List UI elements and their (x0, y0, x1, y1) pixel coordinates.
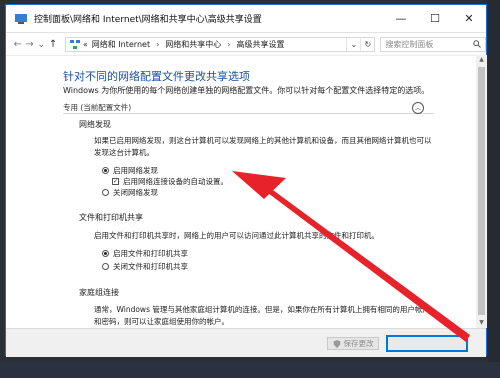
breadcrumb-separator[interactable]: › (227, 40, 230, 49)
option-label: 关闭文件和打印机共享 (113, 262, 188, 271)
settings-content: 针对不同的网络配置文件更改共享选项 Windows 为你所使用的每个网络创建单独… (6, 55, 476, 328)
search-input[interactable]: 搜索控制面板 (380, 36, 487, 52)
recent-dropdown-icon[interactable]: ⌄ (35, 39, 47, 50)
desktop-background (488, 0, 500, 378)
breadcrumb-separator[interactable]: › (156, 40, 159, 49)
footer-bar: 保存更改 (6, 328, 486, 357)
scroll-up-icon[interactable]: ▲ (476, 55, 487, 65)
homegroup-description: 通常，Windows 管理与其他家庭组计算机的连接。但是，如果你在所有计算机上拥… (94, 305, 430, 326)
network-discovery-description: 如果已启用网络发现，则这台计算机可以发现网络上的其他计算机和设备，而且其他网络计… (94, 136, 432, 157)
up-icon[interactable]: ↑ (47, 39, 59, 50)
vertical-scrollbar[interactable]: ▲ ▼ (476, 55, 487, 328)
close-button[interactable]: ✕ (452, 5, 486, 32)
save-label: 保存更改 (343, 339, 374, 348)
option-label: 启用网络发现 (113, 166, 158, 175)
disable-network-discovery-radio[interactable]: 关闭网络发现 (102, 187, 158, 198)
address-field[interactable]: « 网络和 Internet › 网络和共享中心 › 高级共享设置 ⌄ ↻ (64, 36, 376, 52)
title-bar: 控制面板\网络和 Internet\网络和共享中心\高级共享设置 — ☐ ✕ (6, 5, 486, 33)
address-dropdown-icon[interactable]: ⌄ (346, 37, 360, 51)
radio-unselected-icon (102, 189, 109, 196)
disable-file-sharing-radio[interactable]: 关闭文件和打印机共享 (102, 261, 188, 272)
address-bar: ← → ⌄ ↑ « 网络和 Internet › 网络和共享中心 › 高级共享设… (6, 33, 487, 56)
enable-file-sharing-radio[interactable]: 启用文件和打印机共享 (102, 248, 188, 259)
option-label: 关闭网络发现 (113, 188, 158, 197)
radio-selected-icon (102, 250, 109, 257)
minimize-button[interactable]: — (384, 5, 418, 32)
save-changes-button[interactable]: 保存更改 (327, 337, 379, 350)
window-title: 控制面板\网络和 Internet\网络和共享中心\高级共享设置 (34, 15, 262, 25)
file-sharing-title: 文件和打印机共享 (79, 213, 143, 222)
collapse-chevron-icon[interactable]: ︿ (412, 102, 424, 114)
network-discovery-title: 网络发现 (79, 120, 111, 129)
refresh-icon[interactable]: ↻ (360, 37, 374, 51)
advanced-sharing-window: 控制面板\网络和 Internet\网络和共享中心\高级共享设置 — ☐ ✕ ←… (5, 4, 487, 357)
enable-network-discovery-radio[interactable]: 启用网络发现 (102, 165, 158, 176)
radio-selected-icon (102, 167, 109, 174)
breadcrumb-sharing-center[interactable]: 网络和共享中心 (165, 39, 221, 50)
back-icon[interactable]: ← (12, 39, 24, 50)
auto-setup-checkbox[interactable]: ✓ 启用网络连接设备的自动设置。 (112, 176, 228, 187)
taskbar (0, 362, 500, 378)
scroll-thumb[interactable] (478, 67, 485, 315)
scroll-down-icon[interactable]: ▼ (476, 318, 487, 328)
shield-icon (333, 339, 340, 348)
search-placeholder: 搜索控制面板 (385, 39, 434, 49)
radio-unselected-icon (102, 263, 109, 270)
private-profile-header[interactable]: 专用 (当前配置文件) (63, 102, 434, 114)
maximize-button[interactable]: ☐ (418, 5, 452, 32)
breadcrumb-advanced-sharing[interactable]: 高级共享设置 (237, 39, 285, 50)
control-panel-icon (15, 13, 27, 24)
file-sharing-description: 启用文件和打印机共享时，网络上的用户可以访问通过此计算机共享的文件和打印机。 (94, 231, 379, 240)
network-icon (69, 39, 80, 49)
breadcrumb-network-internet[interactable]: 网络和 Internet (92, 39, 150, 50)
page-description: Windows 为你所使用的每个网络创建单独的网络配置文件。你可以针对每个配置文… (63, 86, 430, 95)
checkbox-checked-icon: ✓ (112, 178, 119, 185)
breadcrumb-overflow[interactable]: « (83, 40, 88, 49)
homegroup-title: 家庭组连接 (79, 288, 119, 297)
option-label: 启用文件和打印机共享 (113, 249, 188, 258)
cancel-button[interactable] (386, 335, 468, 352)
option-label: 启用网络连接设备的自动设置。 (123, 177, 228, 186)
forward-icon[interactable]: → (24, 39, 36, 50)
search-icon (473, 40, 481, 48)
page-title: 针对不同的网络配置文件更改共享选项 (63, 70, 250, 83)
